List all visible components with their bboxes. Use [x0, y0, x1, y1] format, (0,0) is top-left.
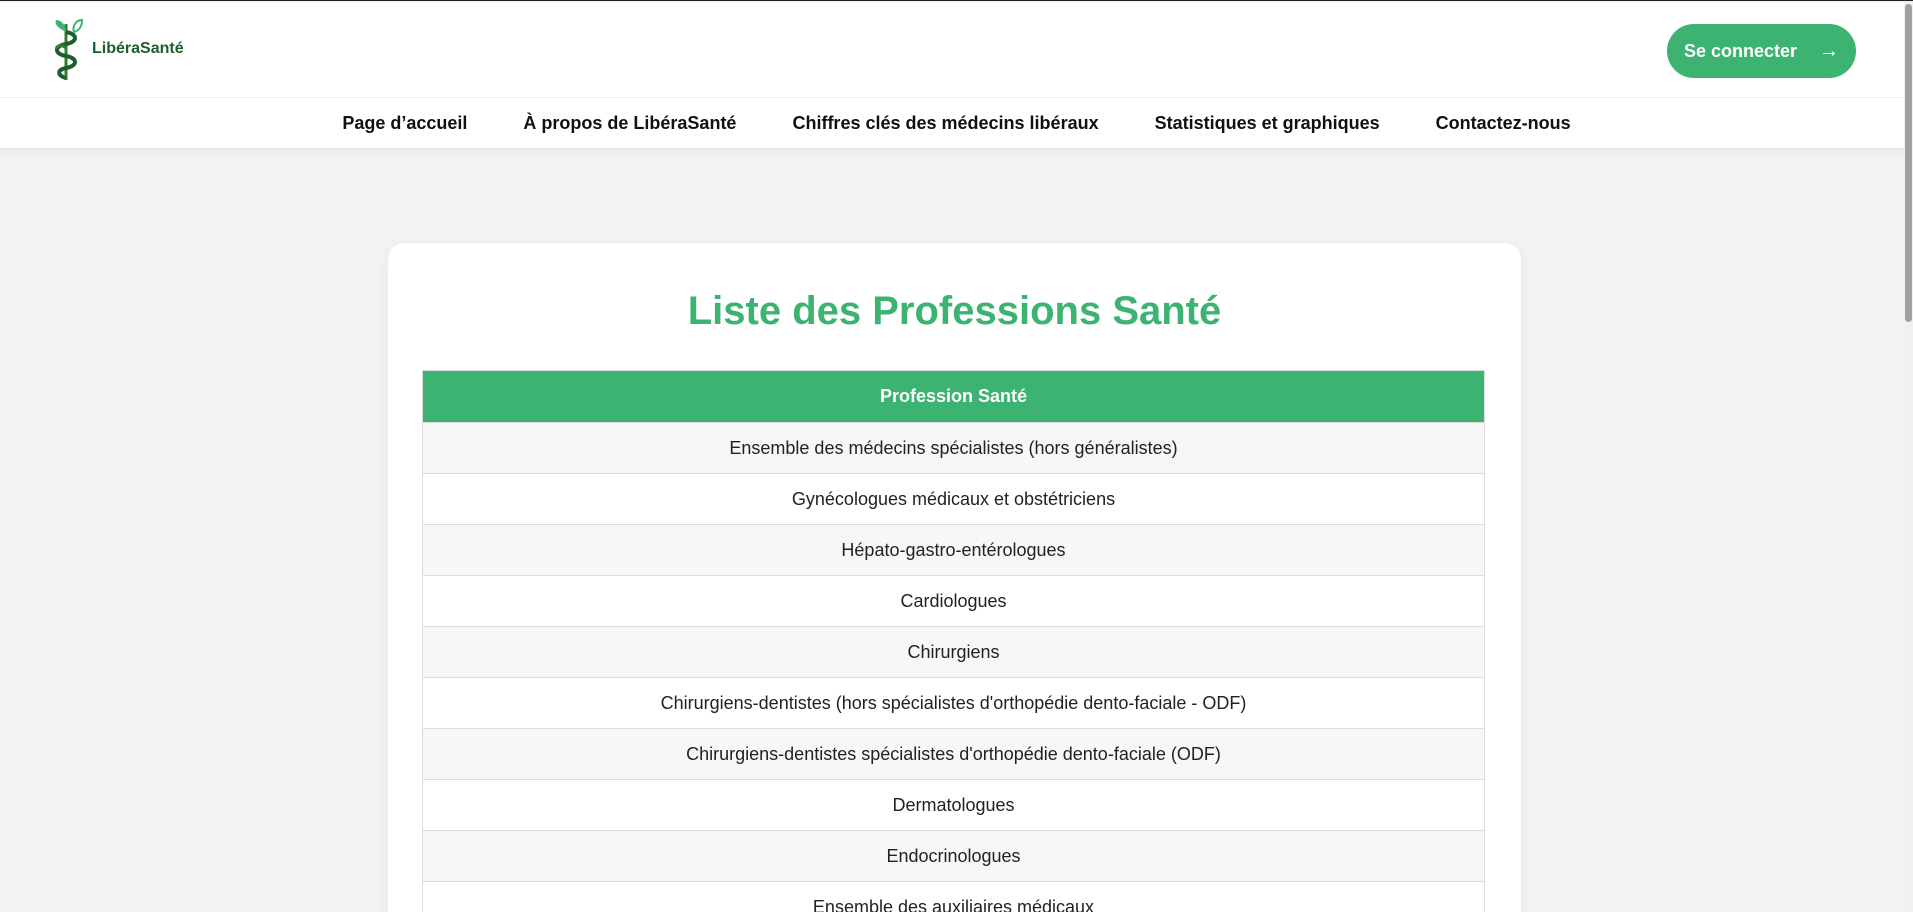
professions-card: Liste des Professions Santé Profession S… [388, 243, 1521, 912]
table-row: Ensemble des auxiliaires médicaux [423, 881, 1484, 912]
main-nav: Page d’accueil À propos de LibéraSanté C… [0, 98, 1913, 148]
caduceus-icon [54, 18, 84, 80]
table-row: Ensemble des médecins spécialistes (hors… [423, 422, 1484, 473]
table-row: Gynécologues médicaux et obstétriciens [423, 473, 1484, 524]
page-scrollbar[interactable] [1904, 2, 1913, 912]
scrollbar-thumb[interactable] [1905, 4, 1912, 322]
page-title: Liste des Professions Santé [687, 289, 1222, 333]
nav-item-home[interactable]: Page d’accueil [342, 113, 467, 134]
table-header: Profession Santé [423, 371, 1484, 422]
table-row: Endocrinologues [423, 830, 1484, 881]
login-button-label: Se connecter [1683, 40, 1798, 61]
table-row: Chirurgiens-dentistes (hors spécialistes… [423, 677, 1484, 728]
header-bar: LibéraSanté Se connecter → Page d’accuei… [0, 2, 1913, 148]
professions-table: Profession Santé Ensemble des médecins s… [422, 370, 1485, 912]
table-row: Dermatologues [423, 779, 1484, 830]
arrow-right-icon: → [1819, 39, 1840, 62]
brand-logo[interactable]: LibéraSanté [52, 18, 184, 84]
brand-name: LibéraSanté [92, 40, 184, 57]
nav-item-about[interactable]: À propos de LibéraSanté [523, 113, 736, 134]
nav-item-key-figures[interactable]: Chiffres clés des médecins libéraux [792, 113, 1098, 134]
table-row: Hépato-gastro-entérologues [423, 524, 1484, 575]
nav-item-contact[interactable]: Contactez-nous [1436, 113, 1571, 134]
table-row: Chirurgiens [423, 626, 1484, 677]
table-row: Cardiologues [423, 575, 1484, 626]
table-body: Ensemble des médecins spécialistes (hors… [423, 422, 1484, 912]
login-button[interactable]: Se connecter → [1667, 24, 1856, 78]
table-row: Chirurgiens-dentistes spécialistes d'ort… [423, 728, 1484, 779]
nav-item-statistics[interactable]: Statistiques et graphiques [1155, 113, 1380, 134]
